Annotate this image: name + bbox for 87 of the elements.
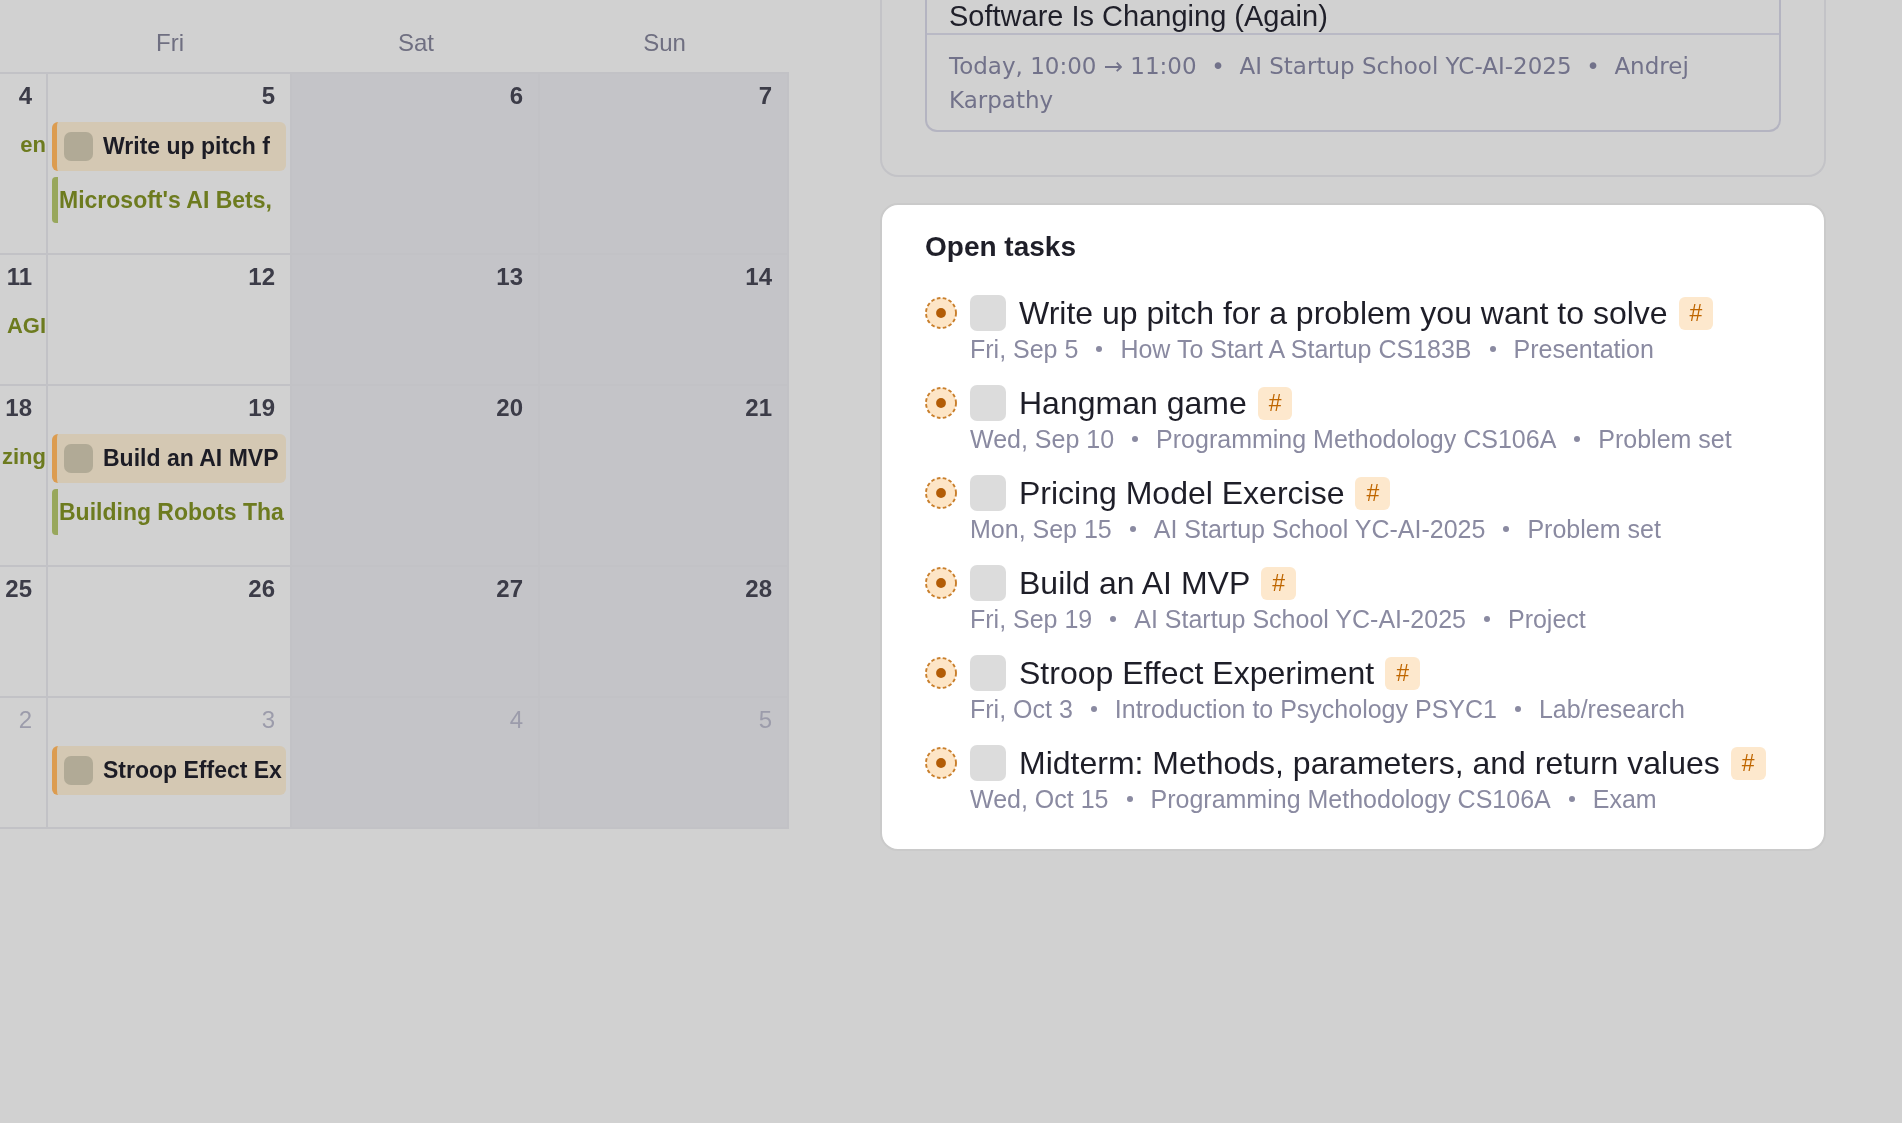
- checkbox[interactable]: [64, 444, 93, 473]
- dashed-ring-icon: [925, 477, 957, 509]
- task-title: Hangman game: [1019, 385, 1247, 421]
- task-title: Pricing Model Exercise: [1019, 475, 1345, 511]
- tag-badge[interactable]: #: [1355, 476, 1391, 510]
- bullet-icon: [1574, 436, 1581, 442]
- bullet-icon: [1489, 346, 1496, 352]
- calendar-event[interactable]: en: [20, 122, 46, 168]
- day-number: 27: [496, 576, 523, 602]
- due-date: Mon, Sep 15: [970, 514, 1112, 544]
- task-type: Presentation: [1513, 334, 1654, 364]
- event-details: Today, 10:00 → 11:00 • AI Startup School YC-AI-2025 • Andrej Karpathy: [948, 52, 1690, 115]
- day-number: 19: [248, 395, 275, 421]
- task-type: Exam: [1592, 784, 1657, 814]
- due-date: Fri, Oct 3: [970, 694, 1073, 724]
- due-date: Wed, Sep 10: [970, 424, 1115, 454]
- calendar-event[interactable]: zing: [2, 434, 46, 480]
- checkbox[interactable]: [64, 756, 93, 785]
- tag-badge[interactable]: #: [1385, 656, 1420, 690]
- task-type: Project: [1507, 604, 1586, 634]
- task-type: Problem set: [1527, 514, 1661, 544]
- course-name: AI Startup School YC-AI-2025: [1134, 604, 1466, 634]
- bullet-icon: [1096, 346, 1103, 352]
- bullet-icon: [1110, 616, 1117, 622]
- checkbox[interactable]: [970, 565, 1006, 601]
- checkbox[interactable]: [970, 295, 1006, 331]
- day-number: 4: [18, 83, 32, 109]
- course-name: Introduction to Psychology PSYC1: [1114, 694, 1497, 724]
- tag-badge[interactable]: #: [1257, 386, 1293, 420]
- weekday-label: Fri: [156, 29, 184, 56]
- calendar-event[interactable]: AGI: [6, 303, 46, 349]
- bullet-icon: [1514, 706, 1521, 712]
- dashed-ring-icon: [925, 567, 957, 599]
- weekday-label: Sun: [643, 29, 686, 56]
- panel-title: Open tasks: [925, 231, 1076, 263]
- dashed-ring-icon: [925, 747, 957, 779]
- day-number: 20: [496, 395, 523, 421]
- day-number: 18: [5, 395, 32, 421]
- bullet-icon: [1129, 526, 1136, 532]
- day-number: 6: [509, 83, 523, 109]
- day-number: 28: [745, 576, 772, 602]
- course-name: Programming Methodology CS106A: [1150, 784, 1551, 814]
- day-number: 5: [261, 83, 275, 109]
- day-number: 7: [758, 83, 772, 109]
- bullet-icon: [1090, 706, 1097, 712]
- bullet-icon: [1503, 526, 1510, 532]
- task-chip[interactable]: Build an AI MVP: [52, 434, 286, 483]
- day-number: 26: [248, 576, 275, 602]
- course-name: AI Startup School YC-AI-2025: [1153, 514, 1486, 544]
- dashed-ring-icon: [925, 297, 957, 329]
- task-title: Build an AI MVP: [1019, 565, 1251, 601]
- tag-badge[interactable]: #: [1678, 296, 1714, 330]
- checkbox[interactable]: [64, 132, 93, 161]
- due-date: Fri, Sep 19: [970, 604, 1093, 634]
- day-number: 13: [496, 264, 523, 290]
- task-title: Midterm: Methods, parameters, and return values: [1019, 745, 1720, 781]
- checkbox[interactable]: [970, 385, 1006, 421]
- dashed-ring-icon: [925, 657, 957, 689]
- day-number: 14: [745, 264, 772, 290]
- course-name: How To Start A Startup CS183B: [1120, 334, 1472, 364]
- due-date: Wed, Oct 15: [970, 784, 1109, 814]
- task-title: Stroop Effect Experiment: [1019, 655, 1375, 691]
- calendar-event[interactable]: Microsoft's AI Bets,: [52, 177, 286, 223]
- weekday-label: Sat: [398, 29, 434, 56]
- task-chip[interactable]: Stroop Effect Ex: [52, 746, 286, 795]
- day-number: 25: [5, 576, 32, 602]
- task-chip[interactable]: Write up pitch f: [52, 122, 286, 171]
- bullet-icon: [1132, 436, 1139, 442]
- checkbox[interactable]: [970, 745, 1006, 781]
- tag-badge[interactable]: #: [1261, 566, 1297, 600]
- task-type: Problem set: [1598, 424, 1732, 454]
- calendar-event[interactable]: Building Robots Tha: [52, 489, 286, 535]
- day-number: 11: [6, 264, 32, 290]
- task-type: Lab/research: [1538, 694, 1685, 724]
- bullet-icon: [1126, 796, 1133, 802]
- day-number: 12: [248, 264, 275, 290]
- day-number: 21: [745, 395, 772, 421]
- bullet-icon: [1568, 796, 1575, 802]
- checkbox[interactable]: [970, 655, 1006, 691]
- dashed-ring-icon: [925, 387, 957, 419]
- checkbox[interactable]: [970, 475, 1006, 511]
- task-title: Write up pitch for a problem you want to solve: [1019, 295, 1668, 331]
- bullet-icon: [1483, 616, 1490, 622]
- course-name: Programming Methodology CS106A: [1156, 424, 1557, 454]
- tag-badge[interactable]: #: [1730, 746, 1766, 780]
- due-date: Fri, Sep 5: [970, 334, 1079, 364]
- event-title: Software Is Changing (Again): [927, 0, 1779, 35]
